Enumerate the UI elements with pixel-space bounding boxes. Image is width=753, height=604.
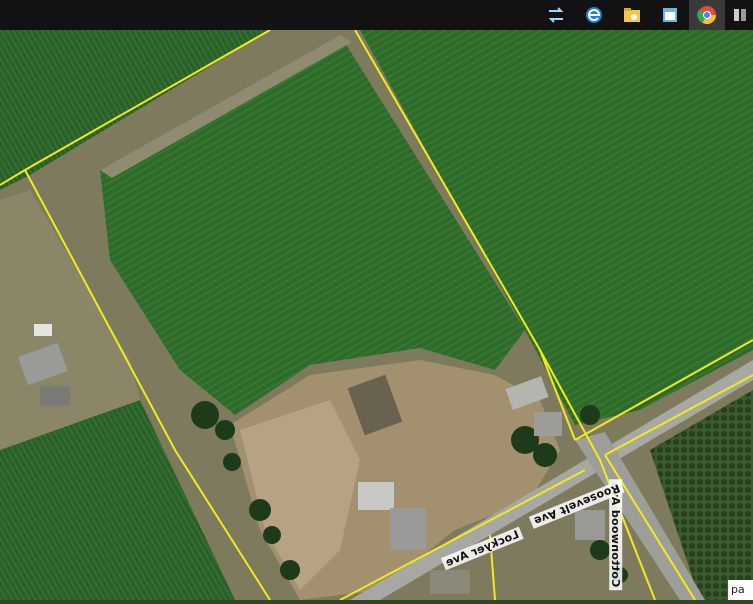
aerial-imagery	[0, 29, 753, 601]
edge-browser-icon[interactable]	[576, 0, 612, 30]
corner-panel-text[interactable]: pa	[728, 580, 753, 600]
folder-icon[interactable]	[614, 0, 650, 30]
chrome-browser-icon[interactable]	[689, 0, 725, 30]
satellite-map[interactable]: Cottonwood Ave Lockyer Ave Roosevelt Ave…	[0, 29, 753, 601]
sync-app-icon[interactable]	[538, 0, 574, 30]
taskbar	[0, 0, 753, 30]
app-icon[interactable]	[727, 0, 753, 30]
notepad-icon[interactable]	[652, 0, 688, 30]
